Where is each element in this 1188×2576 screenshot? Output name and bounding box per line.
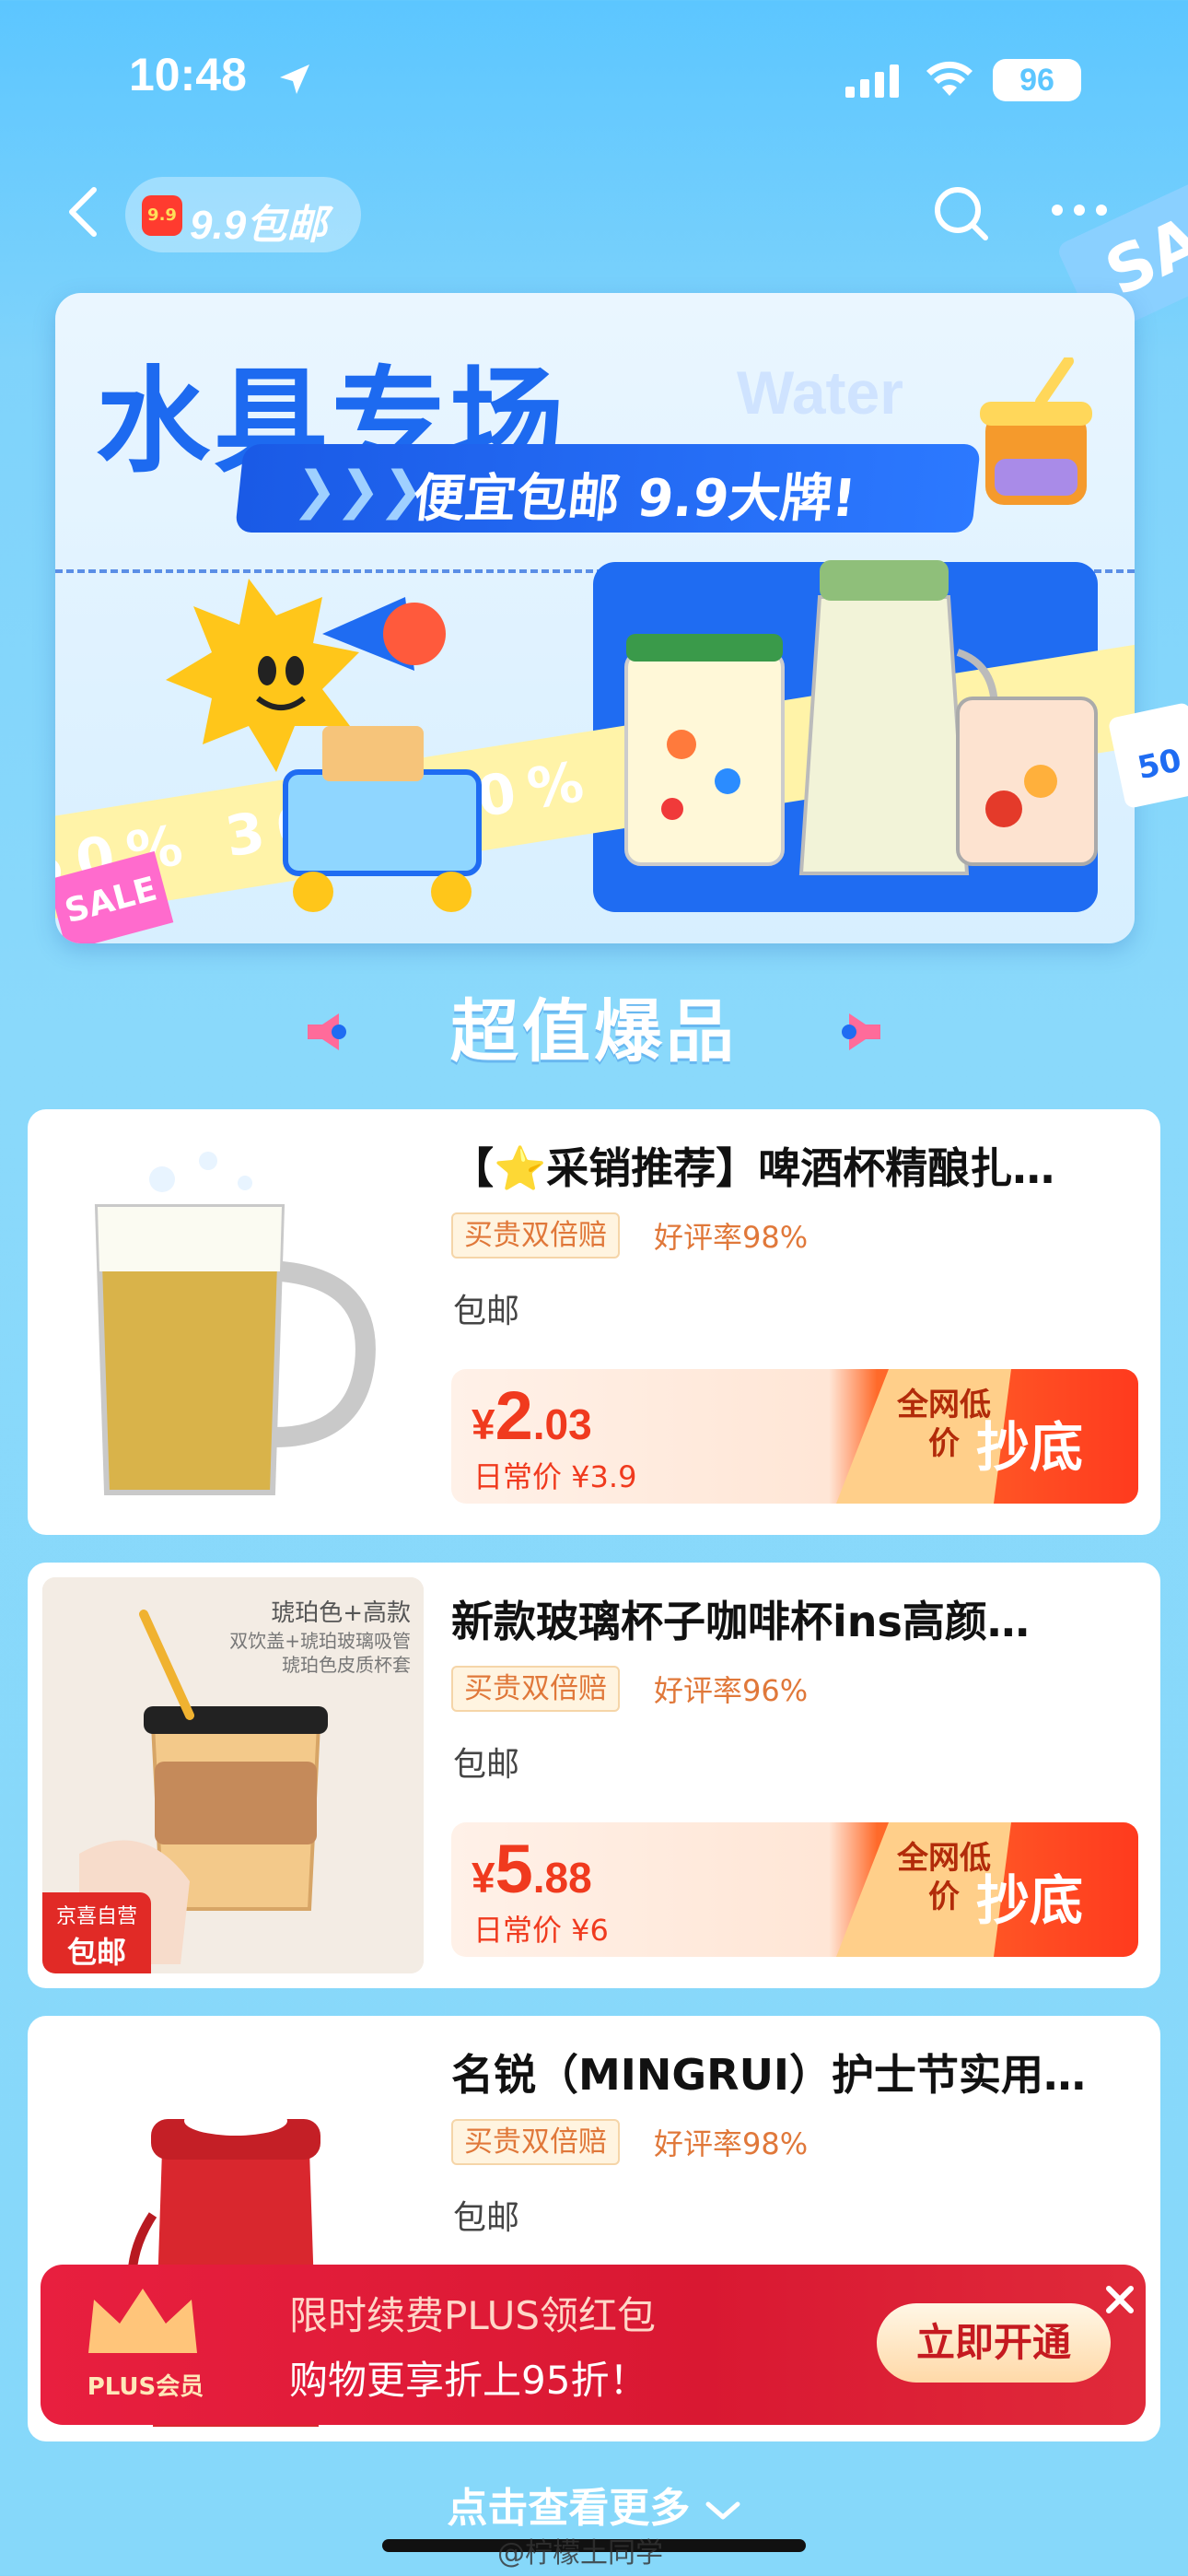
price-integer: 5 bbox=[495, 1831, 533, 1907]
product-card[interactable]: 琥珀色+高款 双饮盖+琥珀玻璃吸管 琥珀色皮质杯套 京喜自营 包邮 新款玻璃杯子… bbox=[28, 1563, 1160, 1988]
price-buy-button[interactable]: ¥5.88 日常价 ¥6 全网低价 抄底 bbox=[451, 1822, 1138, 1957]
price-buy-button[interactable]: ¥2.03 日常价 ¥3.9 全网低价 抄底 bbox=[451, 1369, 1138, 1504]
plus-promo-line1: 限时续费PLUS领红包 bbox=[289, 2293, 657, 2338]
currency-symbol: ¥ bbox=[472, 1400, 495, 1448]
product-title[interactable]: 名锐（MINGRUI）护士节实用… bbox=[451, 2042, 1151, 2102]
crown-icon bbox=[88, 2289, 197, 2353]
price-guarantee-badge: 买贵双倍赔 bbox=[451, 1212, 620, 1259]
banner-watermark: Water bbox=[737, 358, 903, 427]
battery-indicator: 96 bbox=[993, 59, 1081, 101]
price-decimal: .88 bbox=[532, 1854, 592, 1902]
view-more-text: 点击查看更多 bbox=[447, 2485, 691, 2532]
buy-cta[interactable]: 抄底 bbox=[976, 1404, 1083, 1481]
straw-cup-icon bbox=[980, 357, 1092, 505]
shipping-text: 包邮 bbox=[453, 1293, 520, 1330]
speaker-icon bbox=[842, 1013, 880, 1050]
product-title[interactable]: 【⭐采销推荐】啤酒杯精酿扎… bbox=[451, 1135, 1151, 1196]
channel-title: 9.9包邮 bbox=[190, 203, 328, 248]
plus-promo-line2: 购物更享折上95折！ bbox=[289, 2358, 648, 2403]
chevrons-icon: ❯❯❯ bbox=[291, 461, 427, 521]
plus-membership-banner[interactable]: PLUS会员 限时续费PLUS领红包 购物更享折上95折！ 立即开通 bbox=[41, 2265, 1146, 2425]
price-guarantee-badge: 买贵双倍赔 bbox=[451, 2119, 620, 2165]
shipping-text: 包邮 bbox=[453, 1746, 520, 1784]
mascot-illustration bbox=[166, 579, 482, 912]
speaker-icon bbox=[308, 1013, 346, 1050]
wifi-icon bbox=[926, 61, 973, 96]
channel-pill: 9.9 9.9包邮 bbox=[125, 177, 361, 252]
shipping-text: 包邮 bbox=[453, 2199, 520, 2237]
top-nav: 9.9 9.9包邮 bbox=[0, 166, 1188, 258]
rating-text: 好评率98% bbox=[654, 1220, 809, 1255]
section-header: 超值爆品 bbox=[0, 986, 1188, 1078]
jd-self-operated-tag: 京喜自营 包邮 bbox=[42, 1892, 151, 1973]
currency-symbol: ¥ bbox=[472, 1854, 495, 1902]
jd-tag-line2: 包邮 bbox=[66, 1935, 126, 1970]
chevron-down-icon bbox=[705, 2501, 740, 2520]
rating-text: 好评率96% bbox=[654, 1673, 809, 1708]
current-price: ¥5.88 bbox=[472, 1830, 592, 1908]
more-icon[interactable] bbox=[1050, 201, 1109, 219]
back-icon[interactable] bbox=[61, 184, 107, 240]
rating-text: 好评率98% bbox=[654, 2126, 809, 2161]
buy-cta[interactable]: 抄底 bbox=[976, 1857, 1083, 1935]
product-title[interactable]: 新款玻璃杯子咖啡杯ins高颜… bbox=[451, 1588, 1151, 1649]
sale-tag-small-text: 50 bbox=[1134, 742, 1185, 788]
promo-banner[interactable]: Water 水具专场 ❯❯❯ 便宜包邮 9.9大牌! 50% 30% 50% 3… bbox=[55, 293, 1135, 943]
location-arrow-icon bbox=[280, 64, 309, 94]
image-caption-lines: 双饮盖+琥珀玻璃吸管 琥珀色皮质杯套 bbox=[229, 1630, 411, 1676]
activate-plus-button[interactable]: 立即开通 bbox=[877, 2303, 1111, 2383]
product-card[interactable]: 【⭐采销推荐】啤酒杯精酿扎… 买贵双倍赔 好评率98% 包邮 ¥2.03 日常价… bbox=[28, 1109, 1160, 1535]
regular-price: 日常价 ¥6 bbox=[473, 1913, 609, 1948]
product-image[interactable] bbox=[42, 1124, 424, 1520]
watermark-text: @柠檬土同学 bbox=[497, 2537, 663, 2570]
view-more-link[interactable]: 点击查看更多 bbox=[0, 2475, 1188, 2534]
price-decimal: .03 bbox=[532, 1400, 592, 1448]
image-caption-title: 琥珀色+高款 bbox=[271, 1599, 411, 1627]
glassware-illustration bbox=[624, 560, 1098, 875]
jd-tag-line1: 京喜自营 bbox=[55, 1905, 137, 1928]
status-bar: 10:48 96 bbox=[0, 0, 1188, 157]
price-integer: 2 bbox=[495, 1377, 533, 1454]
channel-badge-icon: 9.9 bbox=[142, 195, 182, 236]
price-guarantee-badge: 买贵双倍赔 bbox=[451, 1666, 620, 1712]
status-time: 10:48 bbox=[129, 49, 247, 100]
image-caption: 琥珀色+高款 双饮盖+琥珀玻璃吸管 琥珀色皮质杯套 bbox=[227, 1598, 411, 1677]
plus-label: PLUS会员 bbox=[87, 2373, 204, 2401]
beer-mug-image bbox=[94, 1152, 376, 1495]
section-title: 超值爆品 bbox=[450, 992, 738, 1071]
regular-price: 日常价 ¥3.9 bbox=[473, 1459, 637, 1494]
search-icon[interactable] bbox=[930, 182, 991, 243]
product-image[interactable]: 琥珀色+高款 双饮盖+琥珀玻璃吸管 琥珀色皮质杯套 京喜自营 包邮 bbox=[42, 1577, 424, 1973]
current-price: ¥2.03 bbox=[472, 1376, 592, 1455]
close-icon[interactable] bbox=[1101, 2281, 1138, 2318]
cellular-signal-icon bbox=[845, 64, 899, 98]
